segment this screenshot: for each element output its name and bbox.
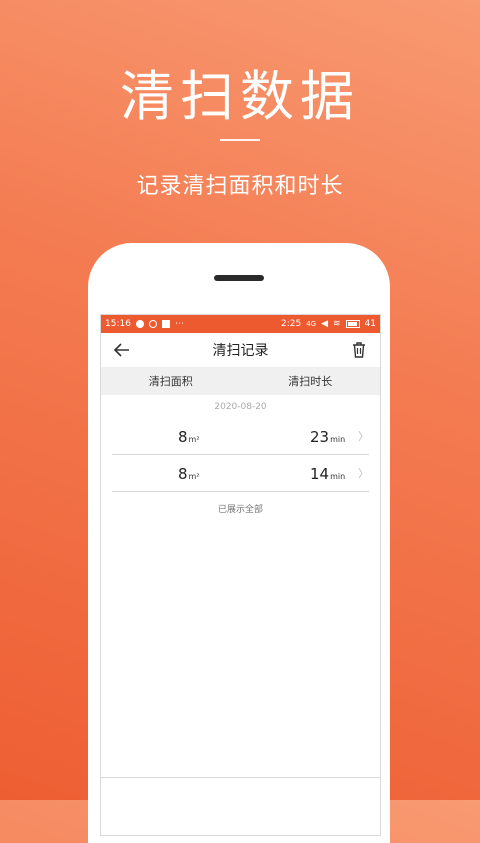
phone-speaker xyxy=(214,275,264,281)
column-duration-label: 清扫时长 xyxy=(288,375,333,388)
notification-square-icon xyxy=(161,320,170,328)
all-shown-note: 已展示全部 xyxy=(217,505,263,515)
chevron-right-icon: 〉 xyxy=(358,467,369,480)
record-area: 8m² xyxy=(178,428,200,446)
page-title: 清扫记录 xyxy=(212,343,269,359)
chevron-right-icon: 〉 xyxy=(358,430,369,443)
wifi-icon: ≋ xyxy=(333,319,341,329)
status-time: 15:16 xyxy=(105,319,131,329)
column-area-label: 清扫面积 xyxy=(148,375,193,388)
promo-divider xyxy=(220,139,260,141)
promo-subtitle: 记录清扫面积和时长 xyxy=(136,174,344,199)
notification-ring-icon xyxy=(148,320,157,328)
notification-dot-icon xyxy=(135,320,144,328)
more-notifications-icon: ⋯ xyxy=(174,319,184,329)
status-bar: 15:16 ⋯ 2:25 4G ◀ ≋ 41 xyxy=(101,315,380,333)
record-duration: 14min xyxy=(310,465,346,483)
status-clock: 2:25 xyxy=(280,319,302,329)
date-label: 2020-08-20 xyxy=(214,402,267,412)
promo-title: 清扫数据 xyxy=(120,65,360,128)
nav-bar: 清扫记录 xyxy=(101,333,380,367)
back-arrow-icon[interactable] xyxy=(113,341,131,359)
network-label: 4G xyxy=(306,320,317,328)
trash-icon[interactable] xyxy=(350,341,368,359)
record-duration: 23min xyxy=(310,428,346,446)
record-area: 8m² xyxy=(178,465,200,483)
record-row[interactable]: 8m² 23min 〉 xyxy=(112,418,369,455)
volume-icon: ◀ xyxy=(321,319,328,329)
battery-icon xyxy=(345,320,360,328)
phone-screen: 15:16 ⋯ 2:25 4G ◀ ≋ 41 清扫记录 清扫面积 清扫时长 20… xyxy=(100,314,381,836)
battery-level: 41 xyxy=(364,319,376,329)
screen-bottom-divider xyxy=(101,777,380,778)
column-header: 清扫面积 清扫时长 xyxy=(101,367,380,395)
phone-mockup: 15:16 ⋯ 2:25 4G ◀ ≋ 41 清扫记录 清扫面积 清扫时长 20… xyxy=(88,243,390,843)
record-row[interactable]: 8m² 14min 〉 xyxy=(112,455,369,492)
